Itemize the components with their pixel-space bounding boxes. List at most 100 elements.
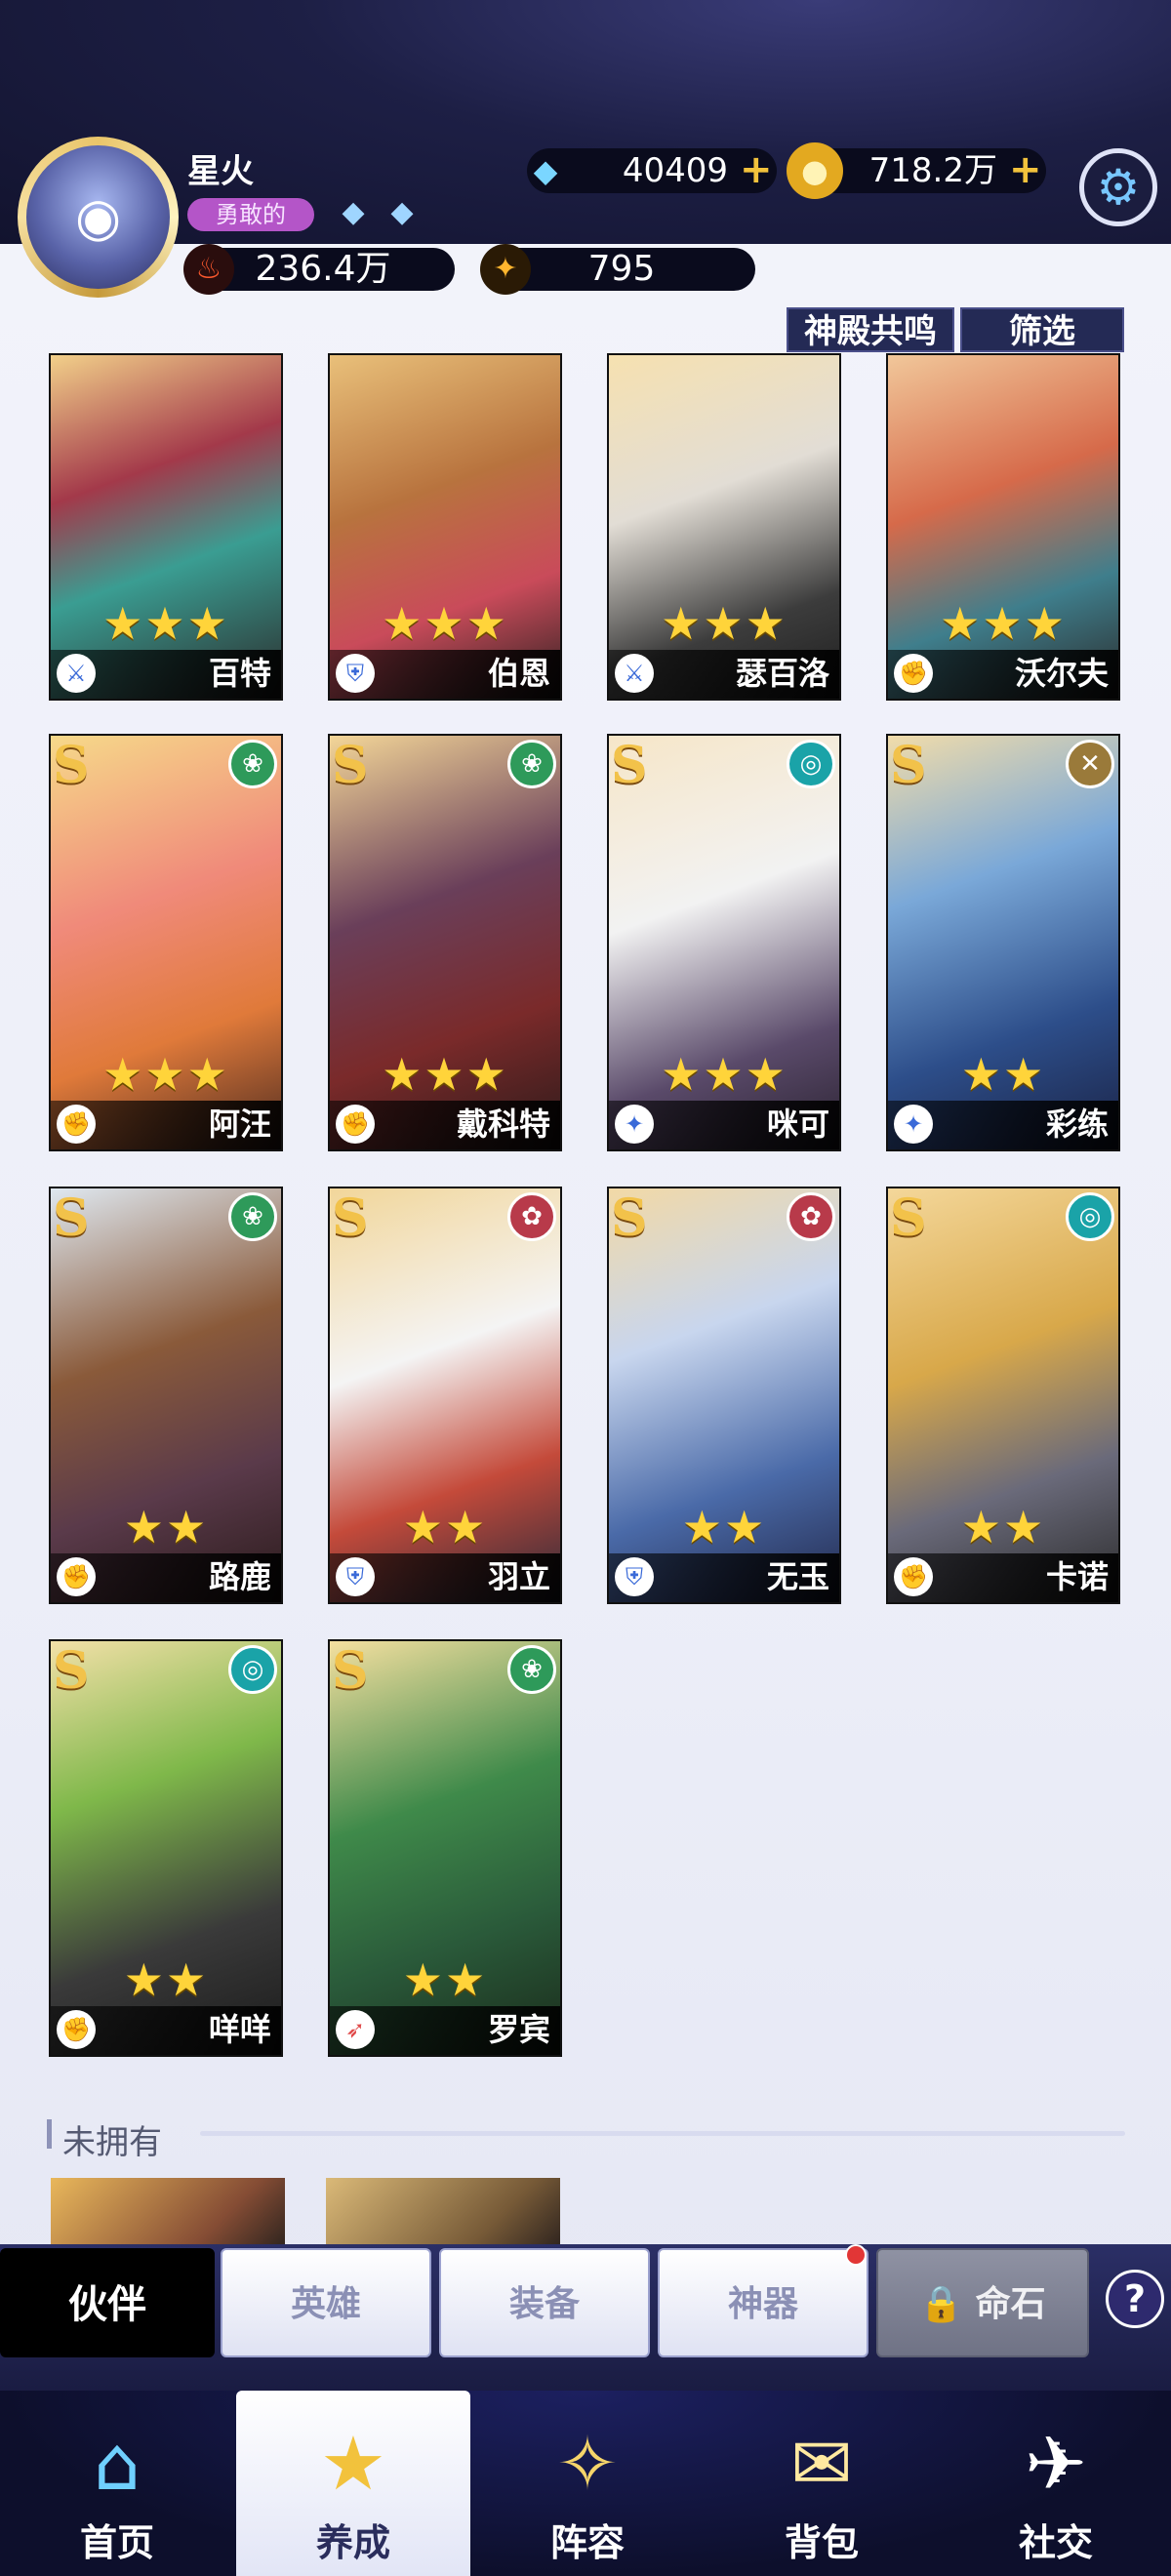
help-icon[interactable]: ? (1106, 2270, 1164, 2328)
develop-star-icon: ★ (319, 2419, 387, 2507)
rank-badge: S (53, 1641, 90, 1701)
rank-badge: S (611, 736, 648, 795)
rank-badge: S (332, 1188, 369, 1248)
wind-element-icon: ◎ (787, 740, 835, 788)
hero-name: 羽立 (487, 1558, 550, 1595)
coin-amount: 718.2万 (868, 151, 997, 190)
coin-currency: ● 718.2万 + (787, 142, 1046, 199)
star-stat: ✦ 795 (480, 244, 755, 295)
section-marker (47, 2119, 52, 2149)
hero-name: 卡诺 (1045, 1558, 1109, 1595)
tab-artifact[interactable]: 神器 (658, 2248, 868, 2357)
hero-name: 伯恩 (487, 655, 550, 692)
hero-card[interactable]: ★★★ ⚔ 百特 (49, 353, 283, 701)
hero-card[interactable]: S ❀ ★★★ ✊ 阿汪 (49, 734, 283, 1151)
filter-button[interactable]: 筛选 (960, 307, 1124, 352)
rank-badge: S (890, 736, 927, 795)
forest-element-icon: ❀ (507, 1645, 556, 1694)
hero-card[interactable]: S ✿ ★★ ⛨ 羽立 (328, 1187, 562, 1604)
star-rating: ★★ (681, 1501, 767, 1553)
hero-card[interactable]: S ✿ ★★ ⛨ 无玉 (607, 1187, 841, 1604)
diamond-icon: ◆ (533, 152, 558, 189)
hero-name: 咩咩 (208, 2011, 271, 2048)
forest-element-icon: ❀ (507, 740, 556, 788)
nav-social-label: 社交 (1018, 2521, 1093, 2564)
avatar-face-icon: ◉ (26, 145, 170, 289)
hero-card[interactable]: ★★★ ⛨ 伯恩 (328, 353, 562, 701)
wind-element-icon: ◎ (1066, 1192, 1114, 1241)
hero-name: 阿汪 (208, 1106, 271, 1143)
rank-badge: S (53, 1188, 90, 1248)
hero-card[interactable]: S ✕ ★★ ✦ 彩练 (886, 734, 1120, 1151)
fire-element-icon: ✿ (507, 1192, 556, 1241)
tab-hero[interactable]: 英雄 (221, 2248, 431, 2357)
star-rating: ★★★ (382, 1048, 508, 1101)
hero-card[interactable]: S ❀ ★★ ✊ 路鹿 (49, 1187, 283, 1604)
nav-develop-label: 养成 (315, 2521, 390, 2564)
bag-icon: ✉ (790, 2419, 853, 2507)
hero-card[interactable]: S ◎ ★★ ✊ 咩咩 (49, 1639, 283, 2057)
nav-lineup-label: 阵容 (549, 2521, 625, 2564)
shield-class-icon: ⛨ (336, 654, 375, 693)
wind-element-icon: ◎ (228, 1645, 277, 1694)
fist-class-icon: ✊ (57, 1557, 96, 1596)
unowned-hero-card[interactable] (51, 2178, 285, 2246)
hero-name: 彩练 (1045, 1106, 1109, 1143)
sword-class-icon: ⚔ (57, 654, 96, 693)
hero-name: 路鹿 (208, 1558, 271, 1595)
hero-card[interactable]: S ❀ ★★ ➶ 罗宾 (328, 1639, 562, 2057)
notification-dot (845, 2244, 867, 2266)
star-rating: ★★ (960, 1048, 1046, 1101)
fist-class-icon: ✊ (57, 1105, 96, 1144)
hero-card[interactable]: S ◎ ★★★ ✦ 咪可 (607, 734, 841, 1151)
diamond-badge-icon: ◆ (390, 195, 414, 229)
hero-name: 罗宾 (487, 2011, 550, 2048)
nav-develop[interactable]: ★ 养成 (236, 2391, 470, 2576)
tab-fate-stone[interactable]: 🔒 命石 (876, 2248, 1089, 2357)
temple-resonance-button[interactable]: 神殿共鸣 (787, 307, 954, 352)
shield-class-icon: ⛨ (615, 1557, 654, 1596)
fist-class-icon: ✊ (336, 1105, 375, 1144)
nav-home-label: 首页 (79, 2521, 154, 2564)
magic-class-icon: ✦ (894, 1105, 933, 1144)
tab-equipment[interactable]: 装备 (439, 2248, 650, 2357)
not-owned-title: 未拥有 (62, 2123, 162, 2162)
fist-class-icon: ✊ (894, 654, 933, 693)
diamond-amount: 40409 (622, 151, 728, 190)
hero-card[interactable]: S ❀ ★★★ ✊ 戴科特 (328, 734, 562, 1151)
header: ◉ 星火 勇敢的 ◆ ◆ ◆ 40409 + ● 718.2万 + ⚙ ♨ 23… (0, 0, 1171, 298)
tab-partner[interactable]: 伙伴 (0, 2248, 215, 2357)
hero-name: 无玉 (766, 1558, 829, 1595)
hero-card[interactable]: ★★★ ✊ 沃尔夫 (886, 353, 1120, 701)
hero-name: 百特 (208, 655, 271, 692)
add-diamond-button[interactable]: + (740, 150, 773, 189)
tab-fate-stone-label: 命石 (975, 2284, 1046, 2324)
star-rating: ★★ (402, 1953, 488, 2006)
star-rating: ★★★ (382, 597, 508, 650)
unowned-hero-card[interactable] (326, 2178, 560, 2246)
nav-bag-label: 背包 (784, 2521, 859, 2564)
settings-gear-icon[interactable]: ⚙ (1079, 148, 1157, 226)
nav-home[interactable]: ⌂ 首页 (0, 2391, 234, 2576)
shield-class-icon: ⛨ (336, 1557, 375, 1596)
hero-card[interactable]: S ◎ ★★ ✊ 卡诺 (886, 1187, 1120, 1604)
star-rating: ★★ (123, 1953, 209, 2006)
star-rating: ★★★ (102, 597, 229, 650)
nav-bag[interactable]: ✉ 背包 (705, 2391, 939, 2576)
forest-element-icon: ❀ (228, 740, 277, 788)
add-coin-button[interactable]: + (1009, 150, 1042, 189)
rank-badge: S (53, 736, 90, 795)
sword-class-icon: ⚔ (615, 654, 654, 693)
nav-lineup[interactable]: ✧ 阵容 (470, 2391, 705, 2576)
social-icon: ✈ (1025, 2419, 1087, 2507)
lock-icon: 🔒 (919, 2284, 964, 2324)
player-avatar[interactable]: ◉ (18, 137, 179, 298)
hero-card[interactable]: ★★★ ⚔ 瑟百洛 (607, 353, 841, 701)
diamond-badge-icon: ◆ (342, 195, 365, 229)
hero-name: 瑟百洛 (735, 655, 829, 692)
fire-element-icon: ✿ (787, 1192, 835, 1241)
rank-badge: S (332, 736, 369, 795)
player-title-badge[interactable]: 勇敢的 (187, 198, 314, 231)
nav-social[interactable]: ✈ 社交 (939, 2391, 1171, 2576)
rank-badge: S (332, 1641, 369, 1701)
